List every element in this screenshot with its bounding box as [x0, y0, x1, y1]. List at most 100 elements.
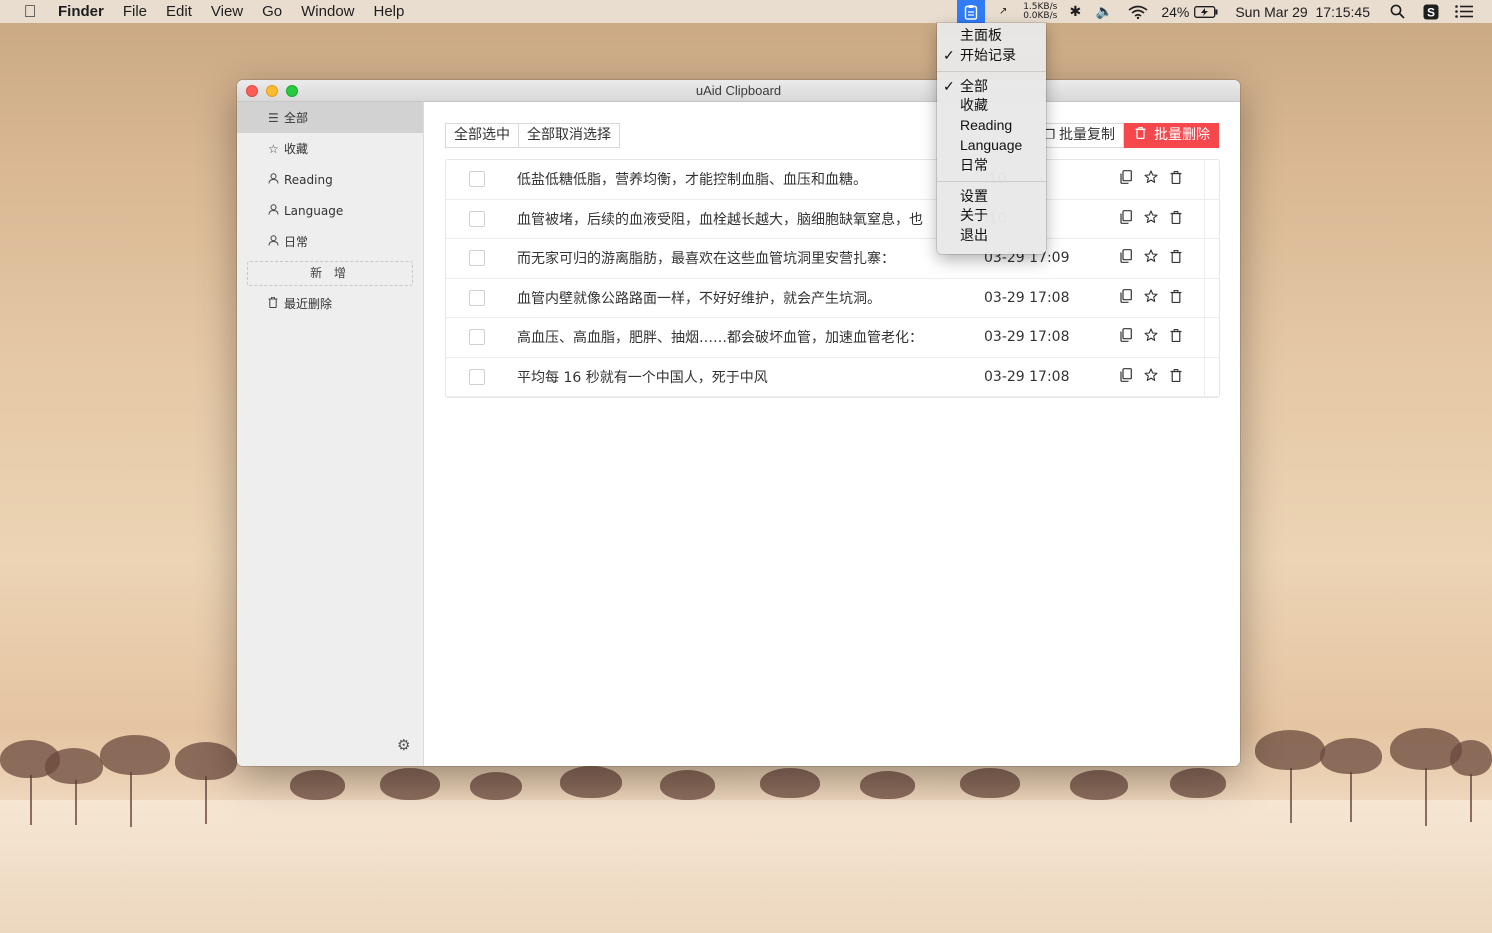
bluetooth-icon[interactable]: ✱: [1067, 0, 1083, 23]
flamingo-silhouette: [660, 770, 715, 800]
dropdown-item-label: 关于: [960, 207, 988, 224]
list-item[interactable]: 血管被堵，后续的血液受阻，血栓越长越大，脑细胞缺氧窒息，也:10: [446, 200, 1219, 239]
menu-edit[interactable]: Edit: [166, 3, 192, 20]
notification-center-icon[interactable]: [1454, 0, 1474, 23]
dropdown-menu-item[interactable]: ✓ 开始记录: [937, 46, 1046, 66]
list-item[interactable]: 低盐低糖低脂，营养均衡，才能控制血脂、血压和血糖。:10: [446, 160, 1219, 200]
battery-charging-icon[interactable]: [1193, 0, 1219, 23]
trash-icon[interactable]: [1168, 170, 1183, 188]
sidebar-item-favorites[interactable]: ☆ 收藏: [237, 133, 423, 164]
flamingo-silhouette: [1255, 730, 1325, 770]
settings-gear-icon[interactable]: ⚙: [397, 736, 410, 754]
dropdown-item-label: 开始记录: [960, 46, 1016, 63]
flamingo-silhouette: [45, 748, 103, 784]
trash-icon[interactable]: [1168, 368, 1183, 386]
flamingo-silhouette: [470, 772, 522, 800]
flamingo-leg: [30, 775, 32, 825]
list-scrollbar[interactable]: [1204, 160, 1219, 397]
trash-icon[interactable]: [1168, 249, 1183, 267]
list-item[interactable]: 高血压、高血脂，肥胖、抽烟……都会破坏血管，加速血管老化： 03-29 17:08: [446, 318, 1219, 358]
row-actions: [1118, 288, 1183, 307]
menu-app-name[interactable]: Finder: [58, 3, 104, 20]
network-speed: 1.5KB/s 0.0KB/s: [1023, 2, 1057, 21]
minimize-window-button[interactable]: [266, 85, 278, 97]
menu-bar:  Finder File Edit View Go Window Help ↗…: [0, 0, 1492, 23]
star-icon[interactable]: [1143, 289, 1158, 307]
dropdown-menu-item[interactable]: 主面板: [937, 26, 1046, 46]
copy-icon[interactable]: [1118, 209, 1133, 228]
list-item[interactable]: 血管内壁就像公路路面一样，不好好维护，就会产生坑洞。 03-29 17:08: [446, 279, 1219, 318]
list-item[interactable]: 而无家可归的游离脂肪，最喜欢在这些血管坑洞里安营扎寨： 03-29 17:09: [446, 239, 1219, 279]
user-icon: [268, 203, 284, 218]
flamingo-leg: [1470, 774, 1472, 822]
main-panel: 全部选中 全部取消选择 ❐ 批量复制 批量删除 低盐低糖低脂，营养均衡，才能控制…: [424, 102, 1240, 766]
resize-arrows-icon[interactable]: ↗: [993, 0, 1013, 23]
dropdown-menu-item[interactable]: Reading: [937, 116, 1046, 136]
row-checkbox[interactable]: [469, 171, 485, 188]
sidebar-item-language[interactable]: Language: [237, 195, 423, 226]
row-checkbox[interactable]: [469, 210, 485, 227]
sidebar-item-reading[interactable]: Reading: [237, 164, 423, 195]
flamingo-leg: [205, 776, 207, 824]
siri-s-icon[interactable]: S: [1422, 0, 1440, 23]
dropdown-menu-item[interactable]: 设置: [937, 187, 1046, 207]
copy-icon[interactable]: [1118, 328, 1133, 346]
sidebar-item-all[interactable]: ☰ 全部: [237, 102, 423, 133]
row-actions: [1118, 328, 1183, 346]
volume-icon[interactable]: 🔈: [1095, 0, 1113, 23]
svg-text:S: S: [1427, 5, 1435, 19]
copy-icon[interactable]: [1118, 367, 1133, 386]
dropdown-menu-item[interactable]: 关于: [937, 206, 1046, 226]
dropdown-menu-item[interactable]: Language: [937, 136, 1046, 156]
copy-icon[interactable]: [1118, 288, 1133, 307]
spotlight-search-icon[interactable]: [1388, 0, 1406, 23]
window-titlebar[interactable]: uAid Clipboard: [237, 80, 1240, 102]
flamingo-silhouette: [1320, 738, 1382, 774]
deselect-all-button[interactable]: 全部取消选择: [519, 123, 620, 148]
row-checkbox[interactable]: [469, 250, 485, 267]
menu-file[interactable]: File: [123, 3, 147, 20]
add-category-button[interactable]: 新 增: [247, 261, 413, 286]
sidebar-item-daily[interactable]: 日常: [237, 226, 423, 257]
flamingo-silhouette: [760, 768, 820, 798]
trash-icon[interactable]: [1168, 210, 1183, 228]
menu-help[interactable]: Help: [374, 3, 405, 20]
trash-icon[interactable]: [1168, 289, 1183, 307]
row-checkbox[interactable]: [469, 289, 485, 306]
row-checkbox[interactable]: [469, 368, 485, 385]
star-icon[interactable]: [1143, 210, 1158, 228]
star-icon[interactable]: [1143, 249, 1158, 267]
user-icon: [268, 234, 284, 249]
sidebar-item-recently-deleted[interactable]: 最近删除: [237, 288, 423, 319]
batch-delete-button[interactable]: 批量删除: [1124, 123, 1219, 148]
clock[interactable]: Sun Mar 29 17:15:45: [1235, 4, 1370, 20]
row-checkbox[interactable]: [469, 329, 485, 346]
dropdown-menu-item[interactable]: 日常: [937, 156, 1046, 176]
menu-go[interactable]: Go: [262, 3, 282, 20]
wifi-icon[interactable]: [1127, 0, 1149, 23]
apple-menu-icon[interactable]: : [20, 2, 40, 22]
menu-window[interactable]: Window: [301, 3, 354, 20]
copy-icon[interactable]: [1118, 249, 1133, 267]
menu-view[interactable]: View: [211, 3, 243, 20]
flamingo-leg: [1350, 772, 1352, 822]
traffic-lights: [246, 85, 298, 97]
copy-icon[interactable]: [1118, 170, 1133, 188]
zoom-window-button[interactable]: [286, 85, 298, 97]
trash-icon[interactable]: [1168, 328, 1183, 346]
batch-copy-button[interactable]: ❐ 批量复制: [1034, 123, 1124, 148]
dropdown-menu-item[interactable]: ✓ 全部: [937, 77, 1046, 97]
star-icon[interactable]: [1143, 170, 1158, 188]
select-all-button[interactable]: 全部选中: [445, 123, 519, 148]
star-icon[interactable]: [1143, 328, 1158, 346]
star-icon[interactable]: [1143, 368, 1158, 386]
clip-time: 03-29 17:08: [984, 289, 1070, 306]
dropdown-item-label: 主面板: [960, 27, 1002, 43]
selection-button-group: 全部选中 全部取消选择: [445, 123, 620, 148]
close-window-button[interactable]: [246, 85, 258, 97]
clipboard-list: 低盐低糖低脂，营养均衡，才能控制血脂、血压和血糖。:10血管被堵，后续的血液受阻…: [445, 159, 1220, 398]
dropdown-menu-item[interactable]: 收藏: [937, 96, 1046, 116]
list-item[interactable]: 平均每 16 秒就有一个中国人，死于中风 03-29 17:08: [446, 358, 1219, 397]
clipboard-tray-icon[interactable]: [957, 0, 986, 23]
dropdown-menu-item[interactable]: 退出: [937, 226, 1046, 246]
